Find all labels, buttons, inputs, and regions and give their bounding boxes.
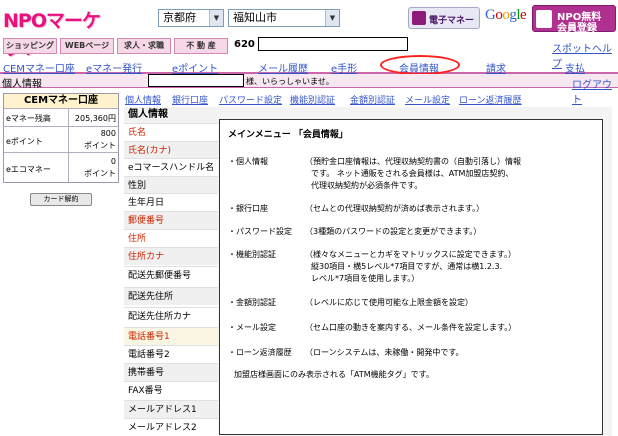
cem-row-unit: ポイント [84, 169, 116, 178]
field-name: 氏名 [124, 123, 218, 141]
popup-item-name: ・ローン返済履歴 [228, 348, 292, 357]
logout-link[interactable]: ログアウト [572, 76, 618, 106]
npo-market-logo[interactable]: NPOマーケット [3, 6, 117, 59]
cem-row-label: eマネー残高 [6, 114, 51, 123]
greeting-text: 様、いらっしゃいませ。 [246, 77, 334, 86]
popup-item-name: ・個人情報 [228, 157, 268, 166]
tab-emoney-issue[interactable]: eマネー発行 [86, 60, 142, 75]
popup-item-desc: （セム口座の動きを案内する、メール条件を設定します。） [305, 323, 517, 332]
cem-row-divider [68, 127, 69, 152]
field-handle-name: eコマースハンドル名 [124, 158, 218, 176]
cem-row-divider [68, 109, 69, 126]
google-logo[interactable]: Google [485, 7, 527, 24]
field-gender: 性別 [124, 176, 218, 194]
field-mobile: 携帯番号 [124, 363, 218, 381]
user-id-redacted [258, 37, 408, 51]
city-select[interactable]: 福知山市 ▼ [228, 9, 340, 27]
cem-row-label: eエコマネー [6, 165, 51, 174]
cem-row-value: 205,360円 [74, 114, 116, 123]
field-birthdate: 生年月日 [124, 193, 218, 211]
cem-row-unit: ポイント [84, 141, 116, 150]
google-letter: e [520, 7, 527, 23]
chevron-down-icon: ▼ [325, 10, 339, 26]
city-value: 福知山市 [233, 11, 277, 24]
tab-billing[interactable]: 請求 [486, 60, 506, 75]
tab-epoint[interactable]: eポイント [172, 60, 218, 75]
nav-webpage[interactable]: WEBページ [60, 38, 114, 54]
field-email-1: メールアドレス1 [124, 400, 218, 418]
cem-row-epoint: eポイント 800 ポイント [4, 126, 118, 152]
nav-jobs-label: 求人・求職 [124, 41, 164, 50]
field-delivery-address: 配送先住所 [124, 287, 218, 305]
card-cancel-button[interactable]: カード解約 [30, 193, 92, 206]
emoney-button-label: 電子マネー [429, 16, 475, 26]
tab-payment[interactable]: 支払 [565, 60, 585, 75]
cem-row-divider [68, 153, 69, 182]
popup-item-name: ・機能別認証 [228, 250, 276, 259]
popup-item-desc: 縦30項目・横5レベル*7項目ですが、通常は横1.2.3. [311, 262, 503, 271]
field-phone-2: 電話番号2 [124, 345, 218, 363]
popup-item-desc: （様々なメニューとカギをマトリックスに設定できます。） [305, 250, 516, 259]
subnav-amount-auth[interactable]: 金額別認証 [350, 93, 395, 106]
nav-realestate[interactable]: 不 動 産 [174, 38, 228, 54]
nav-webpage-label: WEBページ [64, 41, 110, 50]
subnav-loan-history[interactable]: ローン返済履歴 [459, 93, 522, 106]
user-bar-label: 個人情報 [2, 79, 42, 90]
popup-item-desc: 代理収納契約が必須条件です。 [311, 181, 423, 190]
popup-item-desc: レベル*7項目を使用します。） [311, 274, 420, 283]
cem-row-value: 0 [110, 157, 116, 166]
field-fax: FAX番号 [124, 381, 218, 399]
field-name-kana: 氏名(カナ) [124, 141, 218, 159]
emoney-icon [412, 11, 426, 25]
subnav-mail-settings[interactable]: メール設定 [405, 93, 450, 106]
prefecture-value: 京都府 [163, 11, 196, 24]
npo-icon [536, 10, 552, 28]
google-letter: G [485, 7, 496, 23]
tab-cem-account[interactable]: CEMマネー口座 [3, 60, 75, 75]
popup-item-name: ・銀行口座 [228, 204, 268, 213]
cem-row-label: eポイント [6, 137, 43, 146]
cem-row-value: 800 [100, 129, 116, 138]
field-email-2: メールアドレス2 [124, 418, 218, 436]
field-phone-1: 電話番号1 [124, 327, 218, 345]
username-redacted [148, 74, 244, 87]
field-address: 住所 [124, 229, 218, 247]
register-label-2: 会員登録 [557, 23, 597, 34]
popup-item-name: ・メール設定 [228, 323, 276, 332]
popup-item-name: ・金額別認証 [228, 298, 276, 307]
tab-mail-history[interactable]: メール履歴 [258, 60, 308, 75]
cem-row-emoney: eマネー残高 205,360円 [4, 108, 118, 126]
subnav-password[interactable]: パスワード設定 [219, 93, 282, 106]
subnav-function-auth[interactable]: 機能別認証 [290, 93, 335, 106]
popup-item-desc: （3種類のパスワードの設定と変更ができます。） [305, 227, 482, 236]
prefecture-select[interactable]: 京都府 ▼ [158, 9, 224, 27]
popup-item-desc: です。 ネット通販をされる会員様は、ATM加盟店契約、 [311, 169, 514, 178]
nav-shopping[interactable]: ショッピング [3, 38, 57, 54]
form-title: 個人情報 [124, 107, 218, 123]
chevron-down-icon: ▼ [209, 10, 223, 26]
subnav-personal-info[interactable]: 個人情報 [125, 93, 161, 106]
tab-e-tegata[interactable]: e手形 [331, 60, 357, 75]
cem-row-ecomoney: eエコマネー 0 ポイント [4, 152, 118, 182]
npo-register-button[interactable]: NPO無料 会員登録 [532, 5, 616, 34]
popup-item-desc: （レベルに応じて使用可能な上限金額を設定） [305, 298, 473, 307]
field-postal-code: 郵便番号 [124, 211, 218, 229]
field-delivery-address-kana: 配送先住所カナ [124, 307, 218, 325]
popup-title: メインメニュー 「会員情報」 [228, 130, 348, 140]
field-delivery-postal: 配送先郵便番号 [124, 266, 218, 284]
popup-item-desc: （預貯金口座情報は、代理収納契約書の（自動引落し）情報 [305, 157, 521, 166]
popup-item-desc: （ローンシステムは、未稼働・開発中です。 [305, 348, 464, 357]
popup-footer-note: 加盟店様画面にのみ表示される「ATM機能タグ」です。 [234, 370, 434, 379]
field-address-kana: 住所カナ [124, 247, 218, 265]
nav-shopping-label: ショッピング [6, 41, 54, 50]
nav-realestate-label: 不 動 産 [186, 41, 216, 50]
user-id-prefix: 620 [234, 39, 255, 50]
nav-jobs[interactable]: 求人・求職 [117, 38, 171, 54]
subnav-bank-account[interactable]: 銀行口座 [172, 93, 208, 106]
cem-account-title: CEMマネー口座 [4, 94, 118, 108]
active-tab-highlight-circle [380, 55, 460, 75]
popup-item-name: ・パスワード設定 [228, 227, 292, 236]
emoney-button[interactable]: 電子マネー [408, 7, 480, 29]
popup-item-desc: （セムとの代理収納契約が済めば表示されます。） [305, 204, 485, 213]
